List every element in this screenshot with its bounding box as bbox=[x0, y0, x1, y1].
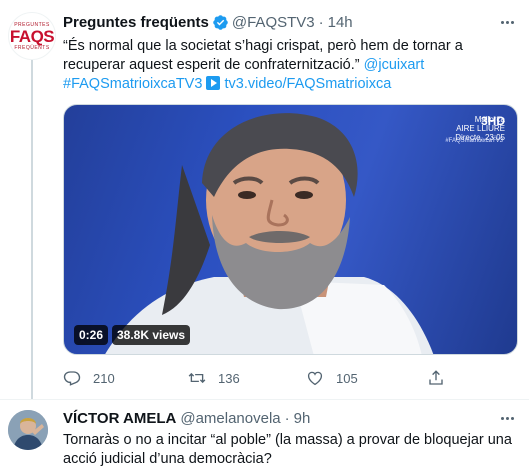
author-name[interactable]: Preguntes freqüents bbox=[63, 14, 209, 31]
heart-icon bbox=[307, 371, 323, 386]
reply-author-handle[interactable]: @amelanovela bbox=[180, 410, 280, 427]
reply-timestamp[interactable]: 9h bbox=[294, 410, 311, 427]
share-icon bbox=[429, 370, 443, 385]
url-link[interactable]: tv3.video/FAQSmatrioixca bbox=[224, 76, 391, 92]
thread-line bbox=[31, 60, 33, 400]
hashtag-link[interactable]: #FAQSmatrioixcaTV3 bbox=[63, 76, 202, 92]
avatar[interactable] bbox=[8, 410, 48, 450]
reply-author-name[interactable]: VÍCTOR AMELA bbox=[63, 410, 176, 427]
avatar[interactable]: PREGUNTES FAQS FREQÜENTS bbox=[8, 12, 56, 60]
separator-dot: · bbox=[284, 409, 290, 427]
tweet-timestamp[interactable]: 14h bbox=[328, 14, 353, 31]
retweet-icon bbox=[188, 372, 206, 384]
reply-tweet[interactable]: VÍCTOR AMELA @amelanovela · 9h Tornaràs … bbox=[0, 400, 529, 467]
avatar-logo-text: FAQS bbox=[9, 26, 55, 46]
video-duration: 0:26 bbox=[74, 325, 109, 345]
mention-link[interactable]: @jcuixart bbox=[364, 57, 425, 73]
video-player[interactable]: Mallorca AIRE LLIURE Directe, 23:05 3HD … bbox=[63, 104, 518, 355]
reply-header: VÍCTOR AMELA @amelanovela · 9h bbox=[63, 408, 310, 428]
tweet-header: Preguntes freqüents @FAQSTV3 · 14h bbox=[63, 12, 353, 32]
verified-badge-icon bbox=[213, 14, 228, 30]
avatar-bottom-text: FREQÜENTS bbox=[14, 44, 50, 51]
separator-dot: · bbox=[318, 13, 324, 31]
avatar-photo-icon bbox=[8, 410, 48, 450]
retweet-count: 136 bbox=[218, 370, 240, 386]
retweet-button[interactable]: 136 bbox=[188, 368, 240, 388]
tweet-text: “És normal que la societat s’hagi crispa… bbox=[63, 37, 518, 94]
more-options-icon[interactable] bbox=[497, 12, 517, 32]
channel-logo: 3HD bbox=[480, 114, 505, 128]
video-hashtag-overlay: #FAQSmatrioixcaTV3 bbox=[445, 138, 503, 144]
tweet-actions: 210 136 105 bbox=[63, 368, 463, 388]
share-button[interactable] bbox=[427, 368, 457, 388]
channel-logo-text: 3HD bbox=[480, 114, 505, 128]
reply-button[interactable]: 210 bbox=[63, 368, 115, 388]
more-options-icon[interactable] bbox=[497, 408, 517, 428]
like-count: 105 bbox=[336, 370, 358, 386]
reply-count: 210 bbox=[93, 370, 115, 386]
reply-text: Tornaràs o no a incitar “al poble” (la m… bbox=[63, 432, 512, 467]
video-view-count: 38.8K views bbox=[112, 325, 191, 345]
tweet[interactable]: PREGUNTES FAQS FREQÜENTS Preguntes freqü… bbox=[0, 0, 529, 400]
like-button[interactable]: 105 bbox=[306, 368, 358, 388]
author-handle[interactable]: @FAQSTV3 bbox=[232, 14, 315, 31]
reply-icon bbox=[63, 371, 81, 386]
play-button-emoji-icon bbox=[206, 76, 221, 90]
